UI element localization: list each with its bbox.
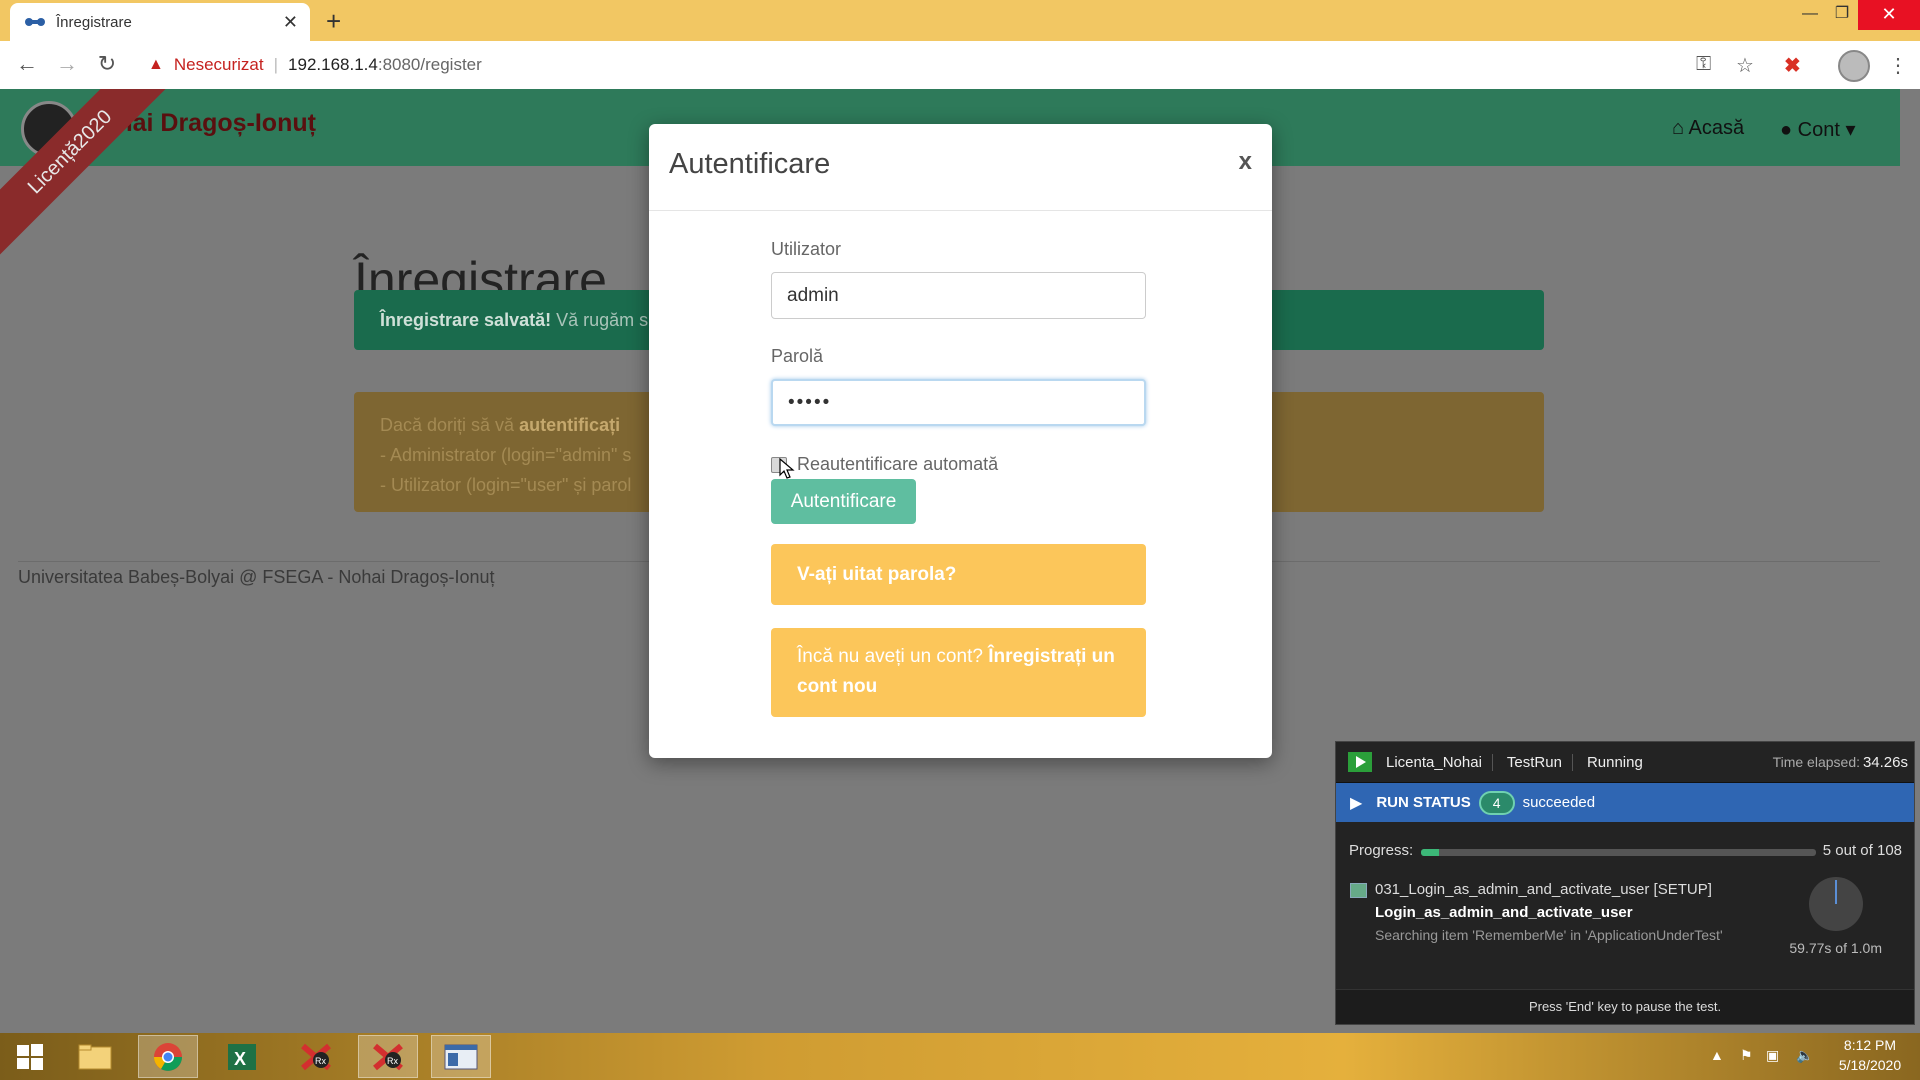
- timeout-value: 59.77s of 1.0m: [1789, 940, 1882, 956]
- forward-arrow-icon[interactable]: →: [53, 51, 81, 77]
- browser-tab-active[interactable]: Înregistrare ✕: [10, 3, 310, 41]
- svg-text:Rx: Rx: [315, 1056, 326, 1066]
- elapsed-value: 34.26s: [1862, 753, 1908, 771]
- ranorex-state: Running: [1586, 753, 1643, 771]
- key-icon[interactable]: ⚿: [1696, 53, 1711, 76]
- volume-icon[interactable]: 🔈: [1796, 1047, 1813, 1064]
- remember-me[interactable]: Reautentificare automată: [771, 454, 998, 475]
- play-icon[interactable]: ▶: [1350, 793, 1362, 813]
- profile-avatar[interactable]: [1838, 50, 1870, 82]
- excel-icon: X: [228, 1043, 256, 1070]
- folder-icon: [78, 1044, 112, 1069]
- nav-account-label: Cont: [1797, 119, 1840, 141]
- svg-text:X: X: [234, 1049, 246, 1069]
- address-bar[interactable]: ▲ Nesecurizat | 192.168.1.4 :8080/regist…: [136, 47, 1696, 83]
- browser-menu-icon[interactable]: ⋮: [1888, 53, 1908, 78]
- ranorex-icon: Rx: [301, 1043, 331, 1070]
- back-arrow-icon[interactable]: ←: [13, 51, 41, 77]
- password-label: Parolă: [771, 346, 824, 366]
- windows-logo-icon: [17, 1043, 43, 1070]
- chrome-taskbar-button[interactable]: [138, 1035, 198, 1078]
- browser-toolbar: ← → ↻ ▲ Nesecurizat | 192.168.1.4 :8080/…: [0, 41, 1920, 90]
- username-input[interactable]: [771, 272, 1146, 319]
- nav-home-link[interactable]: ⌂ Acasă: [1672, 117, 1744, 140]
- succeeded-label: succeeded: [1522, 794, 1596, 811]
- success-alert-bold: Înregistrare salvată!: [380, 310, 552, 330]
- file-explorer-taskbar-button[interactable]: [65, 1035, 125, 1078]
- remember-me-label: Reautentificare automată: [797, 454, 999, 474]
- network-icon[interactable]: ▣: [1766, 1047, 1779, 1064]
- ranorex-icon: Rx: [373, 1043, 403, 1070]
- username-label: Utilizator: [771, 239, 842, 259]
- modal-close-icon[interactable]: x: [1239, 148, 1252, 176]
- login-modal: Autentificare x Utilizator Parolă ••••• …: [649, 124, 1272, 758]
- url-separator: |: [273, 55, 279, 74]
- info-alert-line1: Dacă doriți să vă: [380, 415, 520, 435]
- register-prompt: Încă nu aveți un cont?: [797, 646, 989, 667]
- modal-title: Autentificare: [669, 148, 831, 180]
- current-test-case: 031_Login_as_admin_and_activate_user [SE…: [1375, 881, 1712, 898]
- ranorex-status-panel: Licenta_Nohai TestRun Running Time elaps…: [1335, 741, 1915, 1025]
- window-app-icon: [444, 1044, 478, 1069]
- action-center-flag-icon[interactable]: ⚑: [1740, 1047, 1753, 1064]
- ranorex-header: Licenta_Nohai TestRun Running Time elaps…: [1336, 742, 1914, 783]
- extension-icon[interactable]: ✖: [1784, 53, 1801, 78]
- current-module: Login_as_admin_and_activate_user: [1375, 904, 1633, 921]
- footer-text: Universitatea Babeș-Bolyai @ FSEGA - Noh…: [18, 567, 495, 587]
- register-account-button[interactable]: Încă nu aveți un cont? Înregistrați un c…: [771, 628, 1146, 717]
- ranorex-runner-taskbar-button[interactable]: Rx: [358, 1035, 418, 1078]
- password-input[interactable]: •••••: [771, 379, 1146, 426]
- excel-taskbar-button[interactable]: X: [212, 1035, 272, 1078]
- tab-close-icon[interactable]: ✕: [283, 12, 298, 33]
- chrome-icon: [154, 1042, 182, 1071]
- login-button[interactable]: Autentificare: [771, 479, 916, 524]
- ranorex-run-type: TestRun: [1507, 753, 1573, 771]
- current-action: Searching item 'RememberMe' in 'Applicat…: [1375, 927, 1723, 943]
- run-status-label: RUN STATUS: [1376, 794, 1471, 811]
- start-button[interactable]: [0, 1035, 60, 1078]
- progress-bar: [1421, 849, 1816, 856]
- pause-hint: Press 'End' key to pause the test.: [1336, 989, 1914, 1024]
- windows-taskbar: X Rx Rx ▲ ⚑ ▣ 🔈 8:12 PM 5/18/2020: [0, 1033, 1920, 1080]
- nav-home-label: Acasă: [1688, 117, 1745, 139]
- new-tab-icon[interactable]: +: [326, 6, 341, 37]
- bookmark-star-icon[interactable]: ☆: [1736, 53, 1754, 78]
- nav-account-dropdown[interactable]: ● Cont ▾: [1780, 117, 1856, 142]
- ranorex-project: Licenta_Nohai: [1386, 753, 1493, 771]
- caret-down-icon: ▾: [1845, 119, 1856, 141]
- elapsed-label: Time elapsed:: [1772, 754, 1860, 770]
- url-path: :8080/register: [377, 55, 482, 74]
- warning-triangle-icon: ▲: [148, 56, 164, 73]
- tray-expand-icon[interactable]: ▲: [1710, 1047, 1724, 1063]
- security-label[interactable]: Nesecurizat: [174, 55, 264, 75]
- info-alert-link[interactable]: autentificați: [519, 415, 620, 435]
- progress-value: 5 out of 108: [1822, 842, 1902, 859]
- svg-text:Rx: Rx: [387, 1056, 398, 1066]
- url-host: 192.168.1.4: [288, 55, 378, 74]
- home-icon: ⌂: [1672, 117, 1685, 139]
- progress-label: Progress:: [1349, 842, 1414, 859]
- ranorex-studio-taskbar-button[interactable]: Rx: [286, 1035, 346, 1078]
- clock-time[interactable]: 8:12 PM: [1840, 1037, 1900, 1053]
- user-icon: ●: [1780, 119, 1793, 141]
- ranorex-run-icon: [1348, 752, 1372, 772]
- site-favicon-icon: [24, 15, 46, 29]
- timeout-dial-icon: [1809, 877, 1863, 931]
- test-case-icon: [1350, 883, 1367, 898]
- progress-bar-fill: [1421, 849, 1440, 856]
- modal-header: Autentificare x: [649, 124, 1272, 211]
- forgot-password-button[interactable]: V-ați uitat parola?: [771, 544, 1146, 605]
- reload-icon[interactable]: ↻: [93, 51, 121, 77]
- succeeded-count-badge: 4: [1478, 790, 1515, 815]
- run-status-bar: ▶ RUN STATUS 4 succeeded: [1336, 783, 1914, 822]
- mouse-cursor-icon: [779, 458, 795, 479]
- window-app-taskbar-button[interactable]: [431, 1035, 491, 1078]
- tab-title: Înregistrare: [56, 13, 132, 31]
- window-close-icon[interactable]: ✕: [1858, 0, 1920, 30]
- clock-date[interactable]: 5/18/2020: [1830, 1057, 1910, 1073]
- success-alert-text: Vă rugăm s: [551, 310, 649, 330]
- browser-tab-bar: Înregistrare ✕ + — ❐ ✕: [0, 0, 1920, 41]
